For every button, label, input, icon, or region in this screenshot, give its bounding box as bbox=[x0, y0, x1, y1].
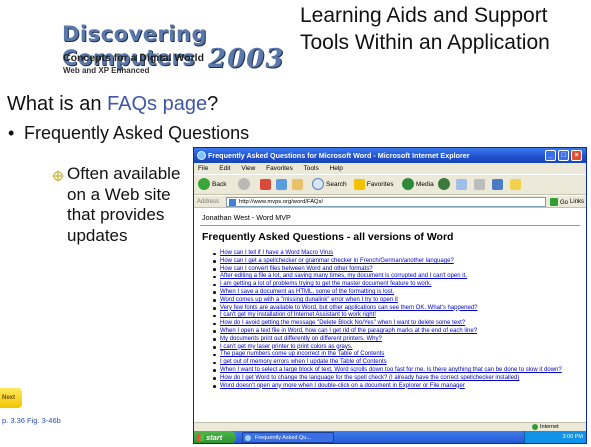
menu-view[interactable]: View bbox=[241, 165, 255, 172]
back-arrow-icon bbox=[198, 178, 210, 191]
print-button[interactable] bbox=[474, 178, 485, 192]
go-button[interactable]: Go bbox=[550, 197, 568, 209]
discovering-computers-logo: Discovering Computers Concepts for a Dig… bbox=[58, 20, 290, 80]
slide-subtitle: What is an FAQs page? bbox=[7, 93, 218, 116]
faq-link[interactable]: When I want to select a large block of t… bbox=[212, 367, 580, 375]
faq-link[interactable]: Word comes up with a "missing dunalink" … bbox=[212, 297, 580, 305]
system-tray: 3:00 PM bbox=[524, 431, 586, 443]
stop-icon bbox=[260, 178, 271, 190]
windows-taskbar: start Frequently Asked Qu... 3:00 PM bbox=[194, 431, 586, 443]
printer-icon bbox=[474, 178, 485, 190]
faq-link[interactable]: How do I avoid getting the message "Dele… bbox=[212, 320, 580, 328]
faq-link[interactable]: The page numbers come up incorrect in th… bbox=[212, 351, 580, 359]
forward-button[interactable] bbox=[238, 178, 252, 192]
page-author: Jonathan West - Word MVP bbox=[202, 213, 291, 222]
history-button[interactable] bbox=[438, 178, 452, 192]
favorites-button[interactable]: Favorites bbox=[354, 178, 394, 192]
sub-bullet-icon bbox=[52, 170, 64, 182]
bullet-text: Frequently Asked Questions bbox=[24, 123, 250, 143]
internet-zone: Internet bbox=[532, 423, 559, 431]
maximize-button[interactable]: □ bbox=[558, 150, 569, 161]
minimize-button[interactable]: _ bbox=[545, 150, 556, 161]
refresh-button[interactable] bbox=[276, 178, 287, 192]
ie-browser-window: Frequently Asked Questions for Microsoft… bbox=[193, 147, 587, 444]
forward-arrow-icon bbox=[238, 178, 250, 191]
menu-favorites[interactable]: Favorites bbox=[266, 165, 293, 172]
faq-link[interactable]: I get out of memory errors when I update… bbox=[212, 359, 580, 367]
links-button[interactable]: Links bbox=[570, 196, 584, 208]
faq-link[interactable]: After editing a file a lot, and saving m… bbox=[212, 273, 580, 281]
address-label: Address bbox=[197, 199, 220, 205]
faq-link[interactable]: When I open a text file in Word, how can… bbox=[212, 328, 580, 336]
faq-link[interactable]: I can't get my laser printer to print co… bbox=[212, 344, 580, 352]
logo-edition: Web and XP Enhanced bbox=[63, 66, 150, 75]
subtitle-highlight: FAQs page bbox=[107, 93, 208, 115]
clock: 3:00 PM bbox=[562, 434, 583, 440]
faq-link[interactable]: How do I get Word to change the language… bbox=[212, 375, 580, 383]
logo-tagline: Concepts for a Digital World bbox=[63, 52, 204, 64]
home-button[interactable] bbox=[292, 178, 303, 192]
faq-link[interactable]: Very few fonts are available to Word, bu… bbox=[212, 305, 580, 313]
search-icon bbox=[312, 178, 324, 191]
bullet-item: • Frequently Asked Questions bbox=[8, 123, 249, 144]
faq-link[interactable]: I can't get my installation of Internet … bbox=[212, 312, 580, 320]
status-bar: Internet bbox=[194, 422, 586, 431]
ie-logo-icon bbox=[197, 151, 206, 160]
menu-help[interactable]: Help bbox=[330, 165, 343, 172]
browser-toolbar: Back Search Favorites Media bbox=[194, 174, 586, 195]
windows-logo-icon bbox=[197, 434, 204, 441]
taskbar-item[interactable]: Frequently Asked Qu... bbox=[242, 432, 334, 443]
search-button[interactable]: Search bbox=[312, 178, 347, 192]
edit-icon bbox=[492, 178, 503, 190]
bullet-dot-icon: • bbox=[8, 123, 15, 143]
browser-titlebar: Frequently Asked Questions for Microsoft… bbox=[194, 148, 586, 163]
menu-bar: File Edit View Favorites Tools Help bbox=[194, 163, 586, 174]
next-button[interactable]: Next bbox=[0, 388, 22, 408]
subtitle-prefix: What is an bbox=[7, 93, 108, 115]
divider bbox=[200, 225, 580, 226]
ie-task-icon bbox=[245, 435, 251, 441]
page-reference: p. 3.36 Fig. 3-46b bbox=[2, 416, 61, 425]
stop-button[interactable] bbox=[260, 178, 271, 192]
media-button[interactable]: Media bbox=[402, 178, 434, 192]
mail-button[interactable] bbox=[456, 178, 467, 192]
refresh-icon bbox=[276, 178, 287, 190]
media-icon bbox=[402, 178, 414, 191]
window-title: Frequently Asked Questions for Microsoft… bbox=[208, 151, 470, 160]
messenger-icon bbox=[510, 178, 521, 190]
address-bar: Address http://www.mvps.org/word/FAQs/ G… bbox=[194, 196, 586, 208]
faq-list: How can I tell if I have a Word Macro Vi… bbox=[212, 250, 580, 390]
messenger-button[interactable] bbox=[510, 178, 521, 192]
faq-link[interactable]: I am getting a lot of problems trying to… bbox=[212, 281, 580, 289]
faq-heading: Frequently Asked Questions - all version… bbox=[202, 231, 454, 243]
faq-link[interactable]: My documents print out differently on di… bbox=[212, 336, 580, 344]
mail-icon bbox=[456, 178, 467, 190]
slide: Discovering Computers Concepts for a Dig… bbox=[0, 0, 591, 447]
page-content: Jonathan West - Word MVP Frequently Aske… bbox=[194, 209, 586, 422]
menu-file[interactable]: File bbox=[198, 165, 208, 172]
start-button[interactable]: start bbox=[194, 431, 236, 443]
star-icon bbox=[354, 178, 365, 190]
edit-button[interactable] bbox=[492, 178, 503, 192]
history-icon bbox=[438, 178, 450, 191]
logo-year: 2003 bbox=[208, 44, 285, 74]
address-url: http://www.mvps.org/word/FAQs/ bbox=[239, 199, 324, 205]
faq-link[interactable]: How can I get a spellchecker or grammar … bbox=[212, 258, 580, 266]
back-button[interactable]: Back bbox=[198, 178, 226, 192]
close-button[interactable]: × bbox=[571, 150, 582, 161]
home-icon bbox=[292, 178, 303, 190]
faq-link[interactable]: When I save a document as HTML, some of … bbox=[212, 289, 580, 297]
faq-link[interactable]: How can I convert files between Word and… bbox=[212, 266, 580, 274]
menu-edit[interactable]: Edit bbox=[219, 165, 230, 172]
page-icon bbox=[229, 199, 236, 206]
faq-link[interactable]: Word doesn't open any more when I double… bbox=[212, 383, 580, 391]
subtitle-suffix: ? bbox=[207, 93, 219, 115]
sub-bullet-text: Often available on a Web site that provi… bbox=[67, 164, 181, 245]
globe-icon bbox=[532, 423, 538, 430]
address-input[interactable]: http://www.mvps.org/word/FAQs/ bbox=[226, 197, 546, 207]
faq-link[interactable]: How can I tell if I have a Word Macro Vi… bbox=[212, 250, 580, 258]
menu-tools[interactable]: Tools bbox=[304, 165, 319, 172]
go-arrow-icon bbox=[550, 198, 558, 207]
slide-title: Learning Aids and Support Tools Within a… bbox=[300, 4, 550, 54]
